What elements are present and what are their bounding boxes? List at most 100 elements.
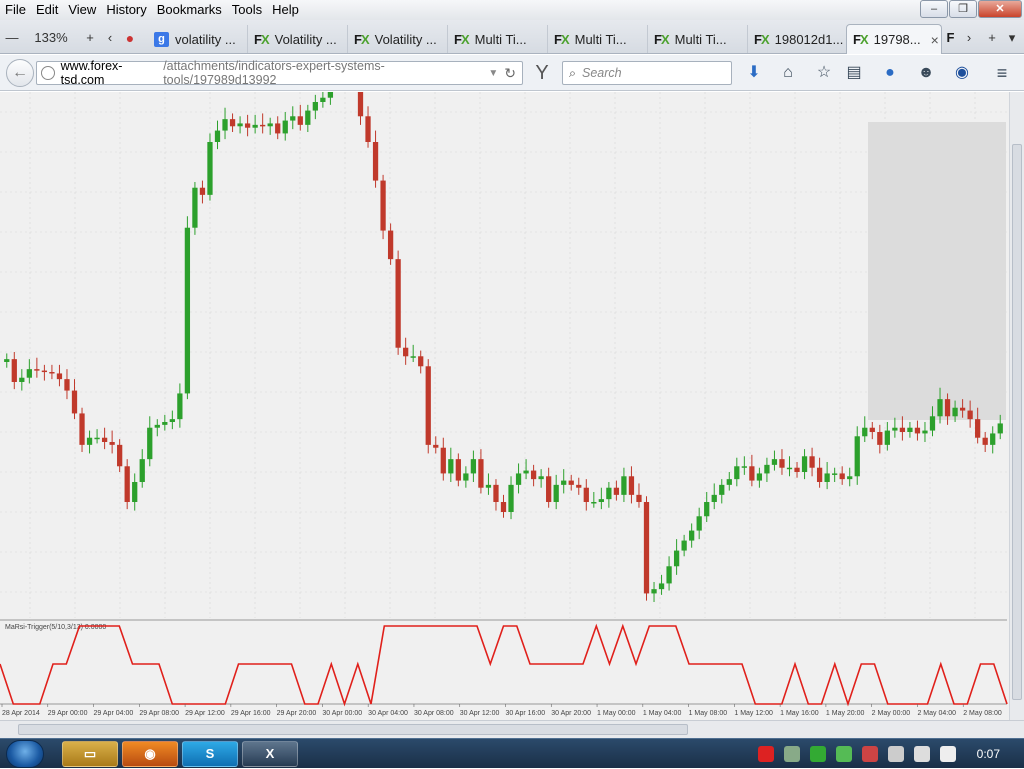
candle-body <box>959 407 966 411</box>
vertical-scrollbar[interactable] <box>1009 92 1024 720</box>
pocket-icon[interactable]: Y <box>530 63 554 83</box>
candle-body <box>320 97 326 102</box>
menu-tools[interactable]: Tools <box>227 0 267 20</box>
minimize-button[interactable]: – <box>920 0 948 18</box>
network-icon[interactable] <box>913 746 930 762</box>
candle-body <box>643 502 650 594</box>
search-icon: ⌕ <box>569 65 577 80</box>
candle-body <box>312 102 318 111</box>
candle-body <box>711 494 717 502</box>
menu-file[interactable]: File <box>0 0 31 20</box>
antivirus-icon[interactable] <box>757 746 774 762</box>
candle-body <box>64 379 70 391</box>
tab-scroll-left-icon[interactable]: ‹ <box>102 27 118 49</box>
zoom-out-button[interactable]: — <box>4 27 20 49</box>
candle-body <box>403 347 409 357</box>
tab-198012[interactable]: FX 198012d1... <box>748 25 848 53</box>
tab-multi-3[interactable]: FX Multi Ti... <box>648 25 748 53</box>
reload-icon[interactable]: ↻ <box>504 65 516 82</box>
start-button[interactable] <box>6 740 44 768</box>
addon-face-icon[interactable]: ☻ <box>916 63 936 83</box>
download-icon[interactable]: ⬇ <box>744 63 764 83</box>
tab-label: 198012d1... <box>774 31 844 47</box>
candle-body <box>530 470 537 480</box>
close-window-button[interactable]: ✕ <box>978 0 1022 18</box>
x-tick-label: 1 May 12:00 <box>734 710 773 717</box>
menu-edit[interactable]: Edit <box>31 0 63 20</box>
url-bar[interactable]: www.forex-tsd.com/attachments/indicators… <box>36 59 523 87</box>
x-tick-label: 2 May 00:00 <box>872 710 911 717</box>
candle-body <box>553 484 559 502</box>
tab-19798-active[interactable]: FX 19798... × <box>846 24 942 54</box>
keyboard-icon[interactable] <box>887 746 904 762</box>
candle-body <box>41 370 48 373</box>
tab-volatility-2[interactable]: FX Volatility ... <box>348 25 448 53</box>
fx-icon: FX <box>454 31 470 47</box>
home-icon[interactable]: ⌂ <box>778 63 798 83</box>
candle-body <box>561 480 567 485</box>
volume-icon[interactable] <box>939 746 956 762</box>
candle-body <box>275 123 281 134</box>
new-tab-button[interactable]: + <box>984 27 1000 49</box>
candle-body <box>673 550 680 567</box>
network-tool-icon[interactable] <box>783 746 800 762</box>
candle-body <box>124 466 130 502</box>
url-dropdown-icon[interactable]: ▼ <box>488 68 498 79</box>
menu-view[interactable]: View <box>63 0 101 20</box>
candle-body <box>598 499 604 502</box>
candle-body <box>290 116 296 121</box>
x-tick-label: 29 Apr 16:00 <box>231 710 271 717</box>
horizontal-scroll-thumb[interactable] <box>18 724 688 735</box>
tab-multi-1[interactable]: FX Multi Ti... <box>448 25 548 53</box>
fx-icon: FX <box>754 31 770 47</box>
bookmarks-list-icon[interactable]: ▤ <box>844 63 864 83</box>
clock[interactable]: 0:07 <box>977 747 1000 761</box>
candle-body <box>929 416 936 431</box>
menu-history[interactable]: History <box>101 0 151 20</box>
hamburger-menu-icon[interactable]: ≡ <box>992 63 1012 83</box>
restore-button[interactable]: ❐ <box>949 0 977 18</box>
fx-icon: FX <box>654 31 670 47</box>
tab-volatility-google[interactable]: g volatility ... <box>148 25 248 53</box>
menu-bookmarks[interactable]: Bookmarks <box>152 0 227 20</box>
horizontal-scrollbar[interactable] <box>0 720 1024 738</box>
tab-overflow-fx[interactable]: F <box>946 27 960 49</box>
close-tab-icon[interactable]: × <box>931 32 939 48</box>
search-placeholder: Search <box>582 66 622 80</box>
taskbar-skype-icon[interactable]: S <box>182 741 238 767</box>
tab-volatility-1[interactable]: FX Volatility ... <box>248 25 348 53</box>
candle-body <box>478 459 484 488</box>
tab-scroll-right-icon[interactable]: › <box>962 27 976 49</box>
bookmark-star-icon[interactable]: ☆ <box>814 63 834 83</box>
addon-icon[interactable]: ● <box>880 63 900 83</box>
tab-label: Volatility ... <box>374 31 437 47</box>
search-input[interactable]: ⌕ Search <box>562 61 732 85</box>
candle-body <box>440 447 446 474</box>
menu-help[interactable]: Help <box>267 0 304 20</box>
back-button[interactable]: ← <box>6 59 34 87</box>
blocked-icon[interactable] <box>861 746 878 762</box>
taskbar-firefox-icon[interactable]: ◉ <box>122 741 178 767</box>
tab-list-icon[interactable]: ▾ <box>1004 27 1020 49</box>
candle-body <box>117 444 123 467</box>
window-controls: – ❐ ✕ <box>919 0 1022 18</box>
vertical-scroll-thumb[interactable] <box>1012 144 1022 700</box>
tab-multi-2[interactable]: FX Multi Ti... <box>548 25 648 53</box>
x-tick-label: 1 May 20:00 <box>826 710 865 717</box>
x-tick-label: 28 Apr 2014 <box>2 710 40 717</box>
taskbar-x-app-icon[interactable]: X <box>242 741 298 767</box>
candle-body <box>493 484 499 502</box>
sync-icon[interactable] <box>809 746 826 762</box>
candle-body <box>448 459 454 474</box>
x-tick-label: 1 May 00:00 <box>597 710 636 717</box>
candle-body <box>764 464 770 474</box>
candle-body <box>184 227 191 394</box>
candle-body <box>305 110 311 125</box>
candle-body <box>139 459 145 482</box>
candle-body <box>192 187 198 228</box>
addon-globe-icon[interactable]: ◉ <box>952 63 972 83</box>
update-icon[interactable] <box>835 746 852 762</box>
zoom-level[interactable]: 133% <box>24 27 78 49</box>
zoom-in-button[interactable]: + <box>82 27 98 49</box>
taskbar-explorer-icon[interactable]: ▭ <box>62 741 118 767</box>
